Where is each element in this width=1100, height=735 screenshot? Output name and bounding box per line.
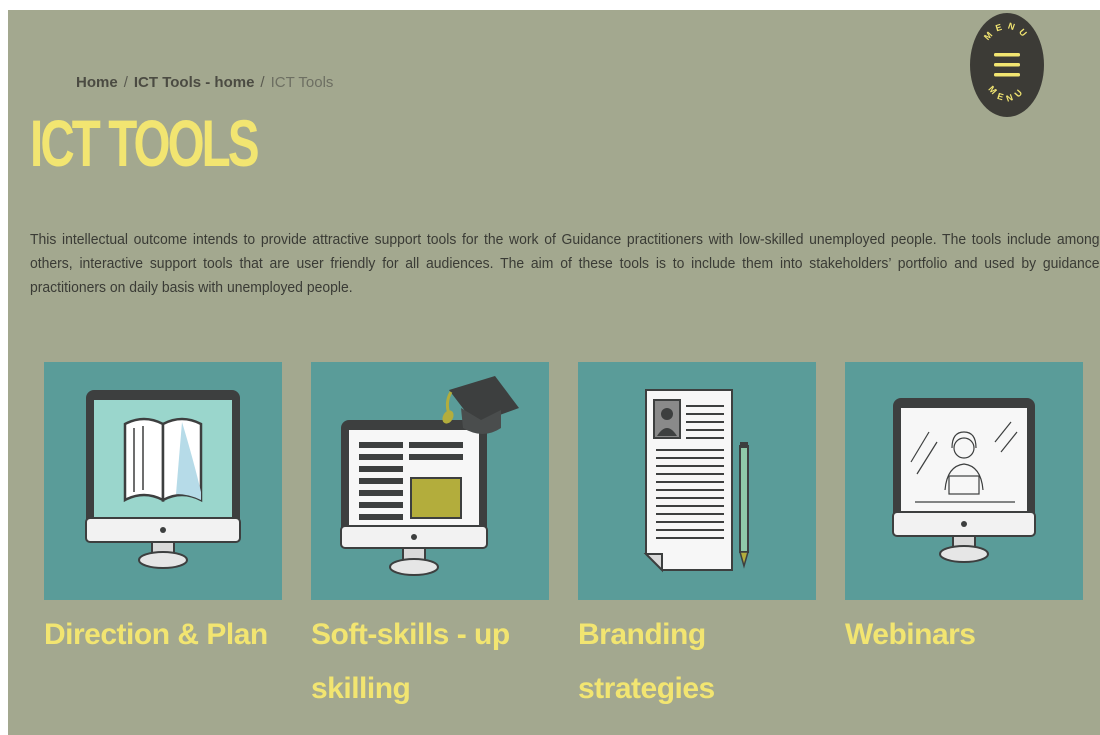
monitor-book-icon [85, 390, 241, 569]
tool-soft-skills[interactable]: Soft-skills - up skilling [311, 362, 549, 716]
svg-text:MENU: MENU [982, 21, 1032, 43]
breadcrumb-current: ICT Tools [270, 74, 334, 91]
breadcrumb-ict-tools-home-link[interactable]: ICT Tools - home [134, 74, 255, 91]
tool-image [44, 362, 282, 600]
tool-image [578, 362, 816, 600]
breadcrumb-home-link[interactable]: Home [76, 74, 118, 91]
tool-image [845, 362, 1083, 600]
page: Home / ICT Tools - home / ICT Tools ICT … [8, 10, 1100, 735]
menu-button[interactable]: MENU MENU [970, 13, 1044, 117]
breadcrumb: Home / ICT Tools - home / ICT Tools [76, 74, 333, 91]
tool-label: Direction & Plan [44, 618, 268, 651]
monitor-graduation-cap-icon [340, 376, 519, 576]
intro-paragraph: This intellectual outcome intends to pro… [30, 231, 1100, 296]
menu-label-top: MENU [982, 21, 1027, 43]
resume-pencil-icon [643, 389, 749, 573]
monitor-webinar-icon [892, 398, 1036, 563]
tool-label: Soft-skills - up skilling [311, 618, 510, 705]
breadcrumb-separator: / [260, 74, 265, 91]
menu-icon: MENU MENU [982, 21, 1032, 104]
tool-label: Webinars [845, 618, 976, 651]
menu-label-bottom: MENU [986, 84, 1022, 104]
tool-direction-plan[interactable]: Direction & Plan [44, 362, 282, 662]
tool-image [311, 362, 549, 600]
tool-webinars[interactable]: Webinars [845, 362, 1083, 662]
svg-text:MENU: MENU [986, 84, 1027, 104]
breadcrumb-separator: / [123, 74, 128, 91]
page-title: ICT TOOLS [30, 106, 260, 180]
tool-branding-strategies[interactable]: Branding strategies [578, 362, 816, 716]
tool-label: Branding strategies [578, 618, 715, 705]
